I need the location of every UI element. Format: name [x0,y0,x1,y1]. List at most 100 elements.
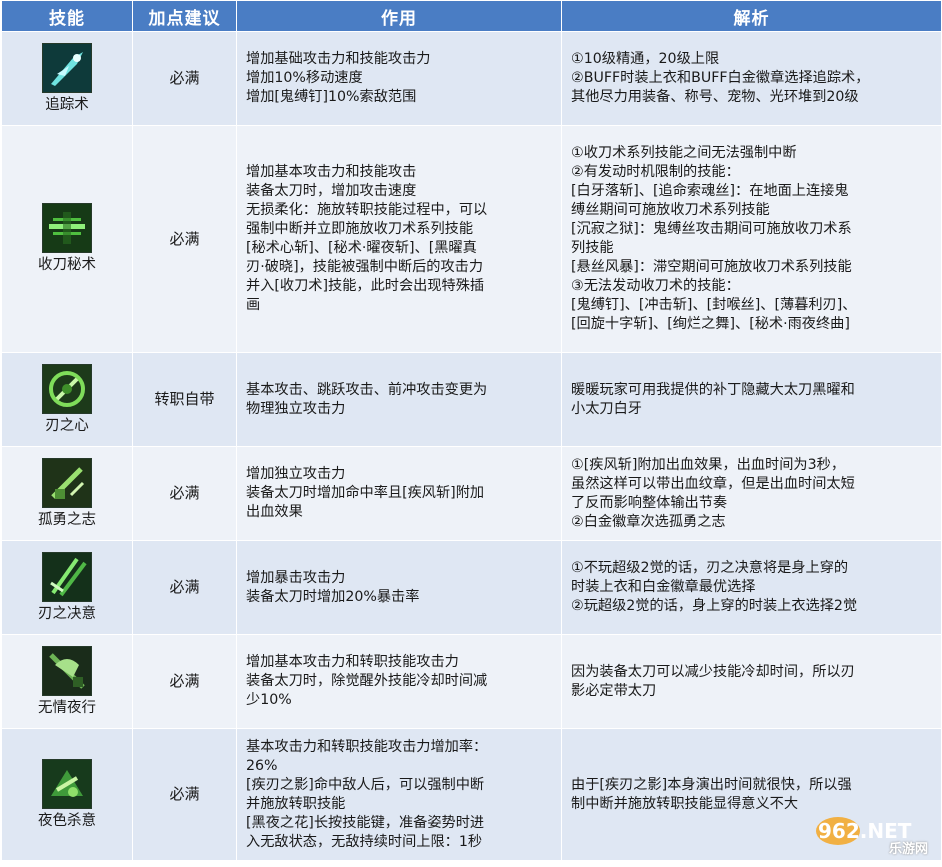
table-row: 夜色杀意 必满 基本攻击力和转职技能攻击力增加率： 26% [疾刃之影]命中敌人后，可以… [1,728,942,861]
analysis-line: 因为装备太刀可以减少技能冷却时间，所以刃 [571,663,855,680]
effect-line: 装备太刀时增加命中率且[疾风斩]附加 [246,485,485,501]
table-row: 孤勇之志 必满 增加独立攻击力装备太刀时增加命中率且[疾风斩]附加 出血效果 ①[疾风斩… [1,446,942,541]
effect-line: [秘术心斩]、[秘术·曜夜斩]、[黑曜真 [246,240,477,256]
header-analysis: 解析 [561,0,942,32]
analysis-line: [沉寂之狱]：鬼缚丝攻击期间可施放收刀术系 [571,221,852,237]
analysis-line: [回旋十字斩]、[绚烂之舞]、[秘术·雨夜终曲] [571,316,850,332]
skill-name: 收刀秘术 [38,257,96,273]
sheathe-secret-skill-icon [42,203,92,253]
effect-line: 装备太刀时，增加攻击速度 [246,183,417,199]
skill-table: 技能 加点建议 作用 解析 追踪术 必满 增加基础攻击力和技能攻击力 增加10%移动速… [1,0,942,861]
analysis-line: 小太刀白牙 [571,400,642,417]
recommendation-cell: 必满 [132,446,237,541]
recommendation-cell: 必满 [132,31,237,126]
analysis-line: 列技能 [571,240,614,256]
effect-line: [疾刃之影]命中敌人后，可以强制中断 [246,776,485,793]
skill-name: 刃之心 [45,417,89,434]
effect-line: 入无敌状态，无敌持续时间上限：1秒 [246,833,483,850]
effect-line: 装备太刀时，除觉醒外技能冷却时间减 [246,673,488,689]
analysis-line: ①10级精通，20级上限 [571,51,720,67]
effect-line: 刃·破晓]，技能被强制中断后的攻击力 [246,259,484,275]
analysis-line: ②BUFF时装上衣和BUFF白金徽章选择追踪术， [571,70,870,86]
effect-cell: 基本攻击力和转职技能攻击力增加率： 26% [疾刃之影]命中敌人后，可以强制中断 并施… [236,728,562,861]
skill-cell: 刃之决意 [1,540,133,635]
analysis-line: ②白金徽章次选孤勇之志 [571,513,726,530]
analysis-line: ①收刀术系列技能之间无法强制中断 [571,145,797,161]
effect-line: 并入[收刀术]技能，此时会出现特殊插 [246,278,485,294]
effect-line: 增加基本攻击力和技能攻击 [246,164,417,180]
blade-resolve-skill-icon [42,551,92,602]
effect-line: 装备太刀时增加20%暴击率 [246,588,420,605]
blade-heart-skill-icon [42,363,92,414]
skill-name: 追踪术 [45,96,89,113]
lone-courage-skill-icon [42,457,92,508]
effect-line: 增加暴击攻击力 [246,569,346,586]
header-effect: 作用 [236,0,562,32]
analysis-cell: ①10级精通，20级上限 ②BUFF时装上衣和BUFF白金徽章选择追踪术， 其他尽力… [561,31,942,126]
effect-cell: 增加基本攻击力和转职技能攻击力装备太刀时，除觉醒外技能冷却时间减 少10% [236,634,562,729]
skill-name: 夜色杀意 [38,812,96,829]
night-killing-intent-skill-icon [42,758,92,809]
analysis-line: 暖暖玩家可用我提供的补丁隐藏大太刀黑曜和 [571,381,855,398]
skill-name: 刃之决意 [38,605,96,622]
effect-cell: 增加暴击攻击力装备太刀时增加20%暴击率 [236,540,562,635]
effect-line: 物理独立攻击力 [246,400,346,417]
analysis-cell: ①[疾风斩]附加出血效果，出血时间为3秒， 虽然这样可以带出血纹章，但是出血时间太… [561,446,942,541]
analysis-line: ③无法发动收刀术的技能： [571,278,740,294]
effect-line: 增加10%移动速度 [246,70,363,86]
header-row: 技能 加点建议 作用 解析 [1,0,942,32]
effect-line: 增加基本攻击力和转职技能攻击力 [246,654,459,670]
recommendation-cell: 必满 [132,540,237,635]
analysis-cell: 暖暖玩家可用我提供的补丁隐藏大太刀黑曜和 小太刀白牙 [561,352,942,447]
effect-line: 无损柔化：施放转职技能过程中，可以 [246,202,488,218]
analysis-line: ②玩超级2觉的话，身上穿的时装上衣选择2觉 [571,598,858,614]
table-row: 追踪术 必满 增加基础攻击力和技能攻击力 增加10%移动速度增加[鬼缚钉]10%索敌范… [1,31,942,126]
effect-line: 少10% [246,692,292,708]
effect-line: 强制中断并立即施放收刀术系列技能 [246,221,474,237]
analysis-line: ②有发动时机限制的技能： [571,164,740,180]
effect-cell: 基本攻击、跳跃攻击、前冲攻击变更为 物理独立攻击力 [236,352,562,447]
analysis-line: 影必定带太刀 [571,682,657,699]
site-watermark: 962.NET 乐游网 [808,811,936,859]
analysis-line: 了反而影响整体输出节奏 [571,494,728,511]
analysis-line: 由于[疾刃之影]本身演出时间就很快，所以强 [571,776,852,793]
ruthless-night-skill-icon [42,645,92,696]
effect-line: 出血效果 [246,504,303,520]
analysis-cell: ①不玩超级2觉的话，刃之决意将是身上穿的 时装上衣和白金徽章最优选择 ②玩超级2觉的… [561,540,942,635]
recommendation-cell: 转职自带 [132,352,237,447]
effect-line: 画 [246,297,261,313]
analysis-line: [悬丝风暴]：滞空期间可施放收刀术系列技能 [571,259,852,275]
effect-line: [黑夜之花]长按技能键，准备姿势时进 [246,814,485,831]
skill-cell: 收刀秘术 [1,125,133,353]
effect-line: 26% [246,757,278,774]
recommendation-cell: 必满 [132,634,237,729]
table-row: 刃之决意 必满 增加暴击攻击力 装备太刀时增加20%暴击率 ①不玩超级2觉的话，刃之决意… [1,540,942,635]
tracking-skill-icon [42,42,92,93]
recommendation-cell: 必满 [132,728,237,861]
header-skill: 技能 [1,0,133,32]
analysis-line: [鬼缚钉]、[冲击斩]、[封喉丝]、[薄暮利刃]、 [571,297,857,313]
effect-line: 增加[鬼缚钉]10%索敌范围 [246,89,417,105]
skill-cell: 无情夜行 [1,634,133,729]
table-row: 无情夜行 必满 增加基本攻击力和转职技能攻击力装备太刀时，除觉醒外技能冷却时间减 少1… [1,634,942,729]
table-row: 刃之心 转职自带 基本攻击、跳跃攻击、前冲攻击变更为 物理独立攻击力 暖暖玩家可用我提供… [1,352,942,447]
skill-name: 无情夜行 [38,699,96,716]
skill-cell: 追踪术 [1,31,133,126]
effect-line: 增加独立攻击力 [246,466,346,482]
skill-cell: 夜色杀意 [1,728,133,861]
analysis-line: 时装上衣和白金徽章最优选择 [571,579,756,595]
analysis-cell: 因为装备太刀可以减少技能冷却时间，所以刃 影必定带太刀 [561,634,942,729]
analysis-cell: ①收刀术系列技能之间无法强制中断 ②有发动时机限制的技能： [白牙落斩]、[追命索魂… [561,125,942,353]
analysis-line: 其他尽力用装备、称号、宠物、光环堆到20级 [571,89,859,105]
recommendation-cell: 必满 [132,125,237,353]
effect-line: 并施放转职技能 [246,795,346,812]
analysis-line: ①[疾风斩]附加出血效果，出血时间为3秒， [571,456,846,473]
effect-cell: 增加基本攻击力和技能攻击 装备太刀时，增加攻击速度无损柔化：施放转职技能过程中，可… [236,125,562,353]
analysis-line: 虽然这样可以带出血纹章，但是出血时间太短 [571,475,855,492]
effect-line: 增加基础攻击力和技能攻击力 [246,51,431,67]
skill-name: 孤勇之志 [38,511,96,528]
analysis-line: 缚丝期间可施放收刀术系列技能 [571,202,770,218]
analysis-line: [白牙落斩]、[追命索魂丝]：在地面上连接鬼 [571,183,849,199]
effect-line: 基本攻击、跳跃攻击、前冲攻击变更为 [246,381,488,398]
table-row: 收刀秘术 必满 增加基本攻击力和技能攻击 装备太刀时，增加攻击速度无损柔化：施放转职技… [1,125,942,353]
